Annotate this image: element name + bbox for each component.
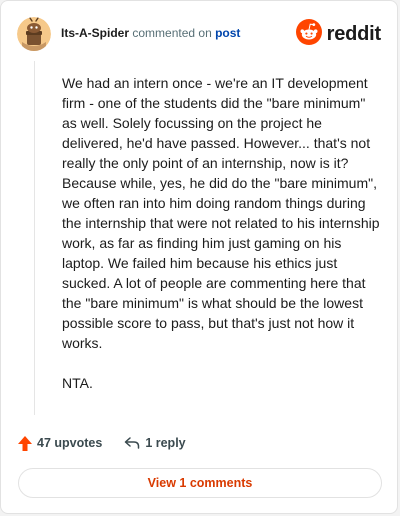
upvote-arrow-icon (17, 435, 33, 452)
reddit-brand: reddit (295, 18, 382, 50)
upvote-button[interactable]: 47 upvotes (17, 435, 102, 452)
reply-button[interactable]: 1 reply (124, 436, 186, 450)
post-link[interactable]: post (215, 26, 240, 40)
username[interactable]: Its-A-Spider (61, 26, 129, 40)
snoo-avatar-icon[interactable] (17, 17, 51, 51)
thread-line[interactable] (34, 61, 35, 415)
comment-paragraph: NTA. (62, 375, 93, 391)
reddit-logo-icon (295, 18, 322, 50)
reddit-wordmark: reddit (326, 22, 382, 45)
comment-paragraph: We had an intern once - we're an IT deve… (62, 75, 380, 351)
comment-actions: 47 upvotes 1 reply (17, 432, 186, 454)
comment-card: Its-A-Spider commented on post reddit We… (0, 0, 398, 514)
comment-action-text: commented on (132, 26, 212, 40)
view-comments-button[interactable]: View 1 comments (18, 468, 382, 498)
reply-count: 1 reply (145, 436, 186, 450)
comment-meta: Its-A-Spider commented on post (61, 26, 240, 40)
upvote-count: 47 upvotes (37, 436, 103, 450)
comment-body: We had an intern once - we're an IT deve… (62, 73, 382, 413)
comment-header: Its-A-Spider commented on post reddit (17, 17, 381, 51)
reply-arrow-icon (124, 436, 140, 450)
